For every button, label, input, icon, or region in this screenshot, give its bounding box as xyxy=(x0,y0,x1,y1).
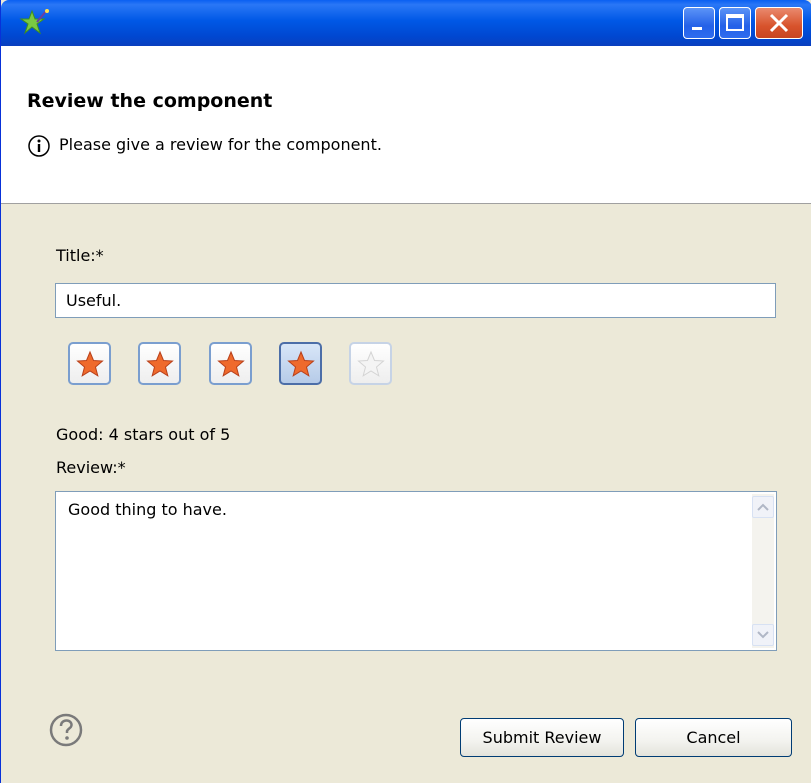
title-field-label: Title:* xyxy=(56,246,104,265)
star-rating-1-button[interactable] xyxy=(68,342,111,385)
star-rating-3-button[interactable] xyxy=(209,342,252,385)
maximize-button[interactable] xyxy=(719,7,751,39)
scroll-up-button[interactable] xyxy=(752,496,774,518)
star-filled-icon xyxy=(287,350,315,377)
close-icon xyxy=(769,13,789,33)
submit-review-button[interactable]: Submit Review xyxy=(460,718,624,757)
cancel-button[interactable]: Cancel xyxy=(635,718,792,757)
title-bar[interactable] xyxy=(1,0,811,46)
star-filled-icon xyxy=(217,350,245,377)
help-icon[interactable] xyxy=(49,713,83,747)
maximize-icon xyxy=(726,14,744,31)
review-field-label: Review:* xyxy=(56,458,126,477)
info-icon xyxy=(28,135,50,157)
review-text: Good thing to have. xyxy=(68,500,227,519)
minimize-icon xyxy=(692,27,702,30)
star-filled-icon xyxy=(76,350,104,377)
dialog-title: Review the component xyxy=(27,90,273,112)
star-rating-2-button[interactable] xyxy=(138,342,181,385)
review-scrollbar[interactable] xyxy=(752,494,774,648)
dialog-header: Review the component Please give a revie… xyxy=(1,46,811,204)
title-input[interactable]: Useful. xyxy=(55,283,776,318)
review-textarea[interactable]: Good thing to have. xyxy=(55,491,777,651)
chevron-up-icon xyxy=(757,503,769,511)
star-rating-5-button[interactable] xyxy=(349,342,392,385)
review-dialog-window: Review the component Please give a revie… xyxy=(0,0,811,783)
app-icon xyxy=(19,9,49,35)
close-button[interactable] xyxy=(755,7,803,39)
minimize-button[interactable] xyxy=(683,7,715,39)
star-empty-icon xyxy=(357,350,385,377)
dialog-description: Please give a review for the component. xyxy=(59,135,382,154)
scroll-down-button[interactable] xyxy=(752,624,774,646)
star-filled-icon xyxy=(146,350,174,377)
chevron-down-icon xyxy=(757,631,769,639)
rating-description: Good: 4 stars out of 5 xyxy=(56,425,231,444)
star-rating-4-button[interactable] xyxy=(279,342,322,385)
